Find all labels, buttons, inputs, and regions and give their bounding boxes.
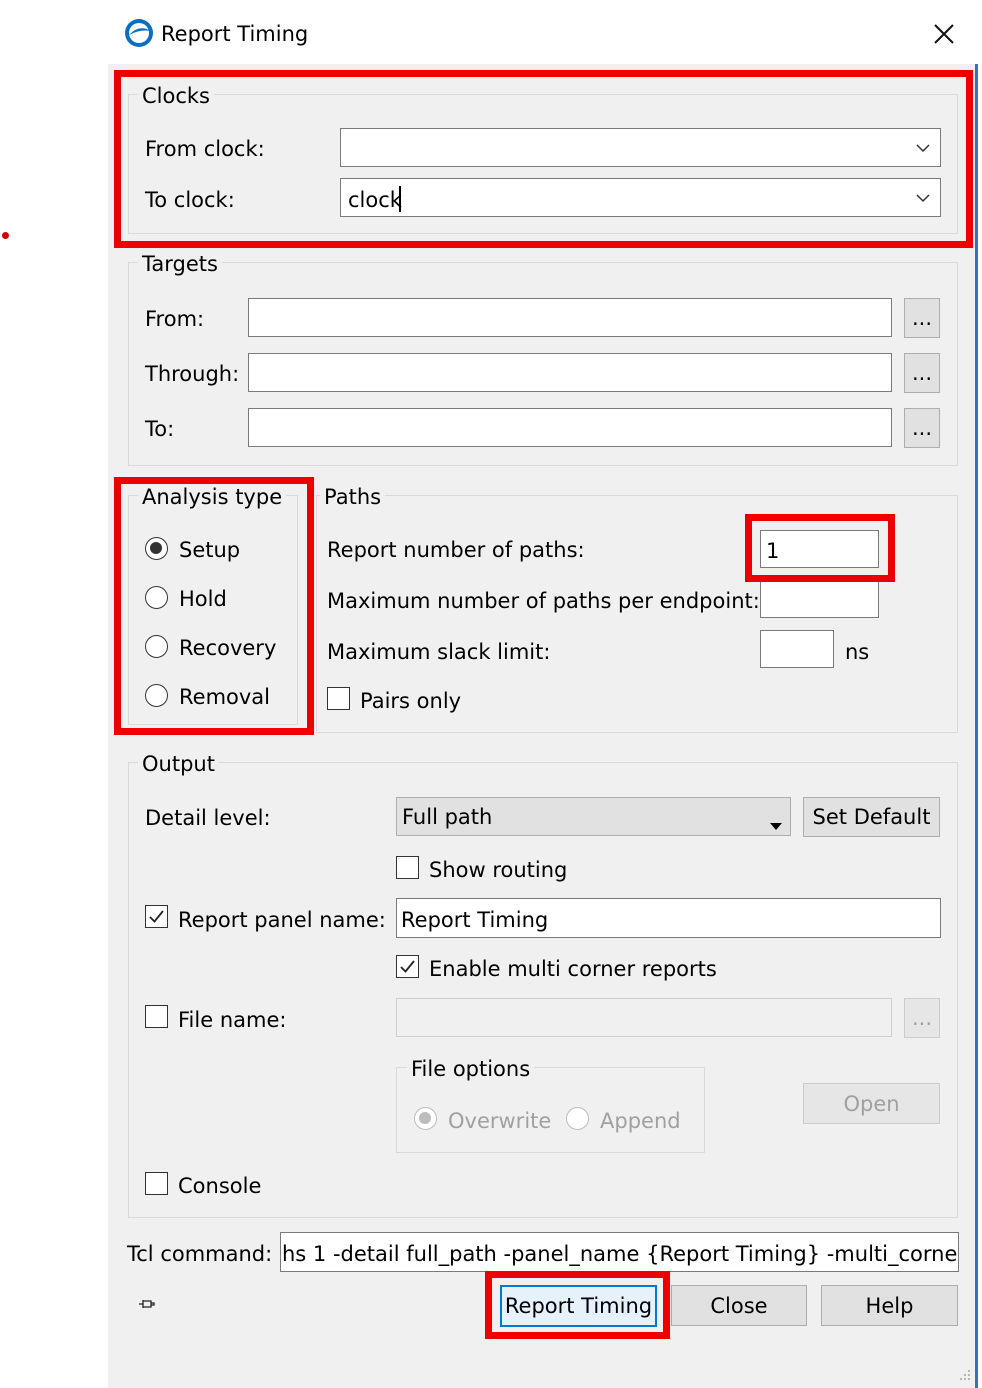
resize-grip-icon[interactable]	[956, 1366, 972, 1382]
from-browse-button[interactable]: ...	[904, 298, 940, 338]
to-browse-button[interactable]: ...	[904, 408, 940, 448]
dialog-title: Report Timing	[161, 22, 309, 46]
tcl-command-label: Tcl command:	[127, 1242, 273, 1266]
multi-corner-label[interactable]: Enable multi corner reports	[429, 957, 717, 981]
help-button[interactable]: Help	[821, 1285, 958, 1326]
checkmark-icon	[149, 910, 164, 923]
overwrite-label[interactable]: Overwrite	[448, 1109, 551, 1133]
pairs-only-label[interactable]: Pairs only	[360, 689, 461, 713]
paths-legend: Paths	[320, 485, 386, 509]
dropdown-arrow-icon	[770, 812, 782, 830]
file-name-checkbox[interactable]	[145, 1005, 168, 1028]
report-panel-checkbox[interactable]	[145, 905, 168, 928]
radio-hold-label[interactable]: Hold	[179, 587, 227, 611]
targets-from-input[interactable]	[248, 298, 892, 337]
app-logo-icon	[124, 18, 154, 48]
max-per-endpoint-input[interactable]	[760, 580, 879, 618]
clocks-legend: Clocks	[138, 84, 214, 108]
title-bar[interactable]: Report Timing	[108, 0, 978, 64]
multi-corner-checkbox[interactable]	[396, 955, 419, 978]
file-browse-button[interactable]: ...	[904, 998, 940, 1038]
max-slack-unit: ns	[845, 640, 870, 664]
report-number-label: Report number of paths:	[327, 538, 585, 562]
to-clock-value: clock	[348, 188, 402, 212]
chevron-down-icon[interactable]	[914, 189, 932, 207]
radio-hold[interactable]	[145, 586, 168, 609]
through-browse-button[interactable]: ...	[904, 353, 940, 393]
radio-removal-label[interactable]: Removal	[179, 685, 270, 709]
radio-append[interactable]	[566, 1107, 589, 1130]
chevron-down-icon[interactable]	[914, 139, 932, 157]
to-clock-combo[interactable]: clock	[340, 178, 941, 217]
targets-legend: Targets	[138, 252, 222, 276]
from-clock-label: From clock:	[145, 137, 265, 161]
console-checkbox[interactable]	[145, 1172, 168, 1195]
text-cursor	[399, 186, 401, 212]
radio-setup-label[interactable]: Setup	[179, 538, 240, 562]
set-default-button[interactable]: Set Default	[803, 797, 940, 837]
tcl-command-input[interactable]: hs 1 -detail full_path -panel_name {Repo…	[280, 1232, 959, 1272]
radio-overwrite[interactable]	[414, 1107, 437, 1130]
pairs-only-checkbox[interactable]	[327, 687, 350, 710]
targets-from-label: From:	[145, 307, 205, 331]
console-label[interactable]: Console	[178, 1174, 261, 1198]
detail-level-select[interactable]: Full path	[396, 797, 791, 836]
show-routing-label[interactable]: Show routing	[429, 858, 567, 882]
detail-level-label: Detail level:	[145, 806, 271, 830]
to-clock-label: To clock:	[145, 188, 235, 212]
radio-recovery-label[interactable]: Recovery	[179, 636, 276, 660]
report-timing-button[interactable]: Report Timing	[500, 1285, 657, 1327]
targets-to-input[interactable]	[248, 408, 892, 447]
targets-through-input[interactable]	[248, 353, 892, 392]
open-button[interactable]: Open	[803, 1083, 940, 1124]
file-options-legend: File options	[407, 1057, 535, 1081]
report-panel-input[interactable]: Report Timing	[396, 898, 941, 938]
report-number-input[interactable]: 1	[760, 530, 879, 568]
file-name-label[interactable]: File name:	[178, 1008, 286, 1032]
pin-icon[interactable]	[138, 1296, 156, 1310]
show-routing-checkbox[interactable]	[396, 856, 419, 879]
radio-removal[interactable]	[145, 684, 168, 707]
stray-dot	[2, 232, 9, 239]
from-clock-combo[interactable]	[340, 128, 941, 167]
radio-setup[interactable]	[145, 537, 168, 560]
max-slack-label: Maximum slack limit:	[327, 640, 551, 664]
targets-through-label: Through:	[145, 362, 240, 386]
radio-recovery[interactable]	[145, 635, 168, 658]
close-button[interactable]: Close	[671, 1285, 807, 1326]
dialog-right-edge	[975, 0, 978, 1388]
file-name-input[interactable]	[396, 998, 892, 1037]
checkmark-icon	[400, 960, 415, 973]
max-slack-input[interactable]	[760, 630, 834, 668]
append-label[interactable]: Append	[600, 1109, 681, 1133]
analysis-type-legend: Analysis type	[138, 485, 287, 509]
targets-to-label: To:	[145, 417, 175, 441]
output-legend: Output	[138, 752, 219, 776]
report-panel-label[interactable]: Report panel name:	[178, 908, 386, 932]
close-icon[interactable]	[932, 22, 956, 46]
max-per-endpoint-label: Maximum number of paths per endpoint:	[327, 589, 760, 613]
